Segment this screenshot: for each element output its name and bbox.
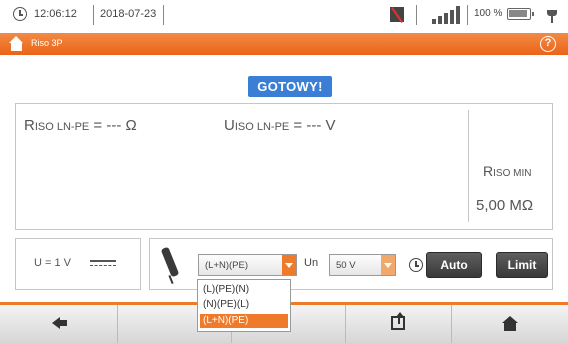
nav-home-button[interactable] <box>452 305 568 343</box>
riso-min-label: RISO MIN <box>483 163 531 179</box>
voltage-select[interactable]: 50 V <box>329 254 396 276</box>
timer-icon <box>409 258 423 272</box>
voltage-panel: U = 1 V <box>15 238 141 290</box>
riso-value: = --- Ω <box>89 117 137 134</box>
status-divider <box>163 5 164 25</box>
un-label: Un <box>304 257 319 269</box>
home-icon[interactable] <box>9 36 24 51</box>
riso-reading: RISO LN-PE = --- Ω <box>24 117 137 134</box>
dropdown-option-selected[interactable]: (L+N)(PE) <box>200 314 288 328</box>
leads-select[interactable]: (L+N)(PE) <box>198 254 297 276</box>
panel-divider <box>468 110 469 222</box>
leads-select-value: (L+N)(PE) <box>205 260 249 271</box>
clock-icon <box>13 7 27 21</box>
export-icon <box>391 312 405 330</box>
status-bar: 12:06:12 2018-07-23 100 % <box>0 0 568 30</box>
title-bar: Riso 3P ? <box>0 33 568 55</box>
uiso-label: U <box>224 117 235 134</box>
status-divider <box>467 5 468 25</box>
status-divider <box>416 5 417 25</box>
warning-icon <box>390 7 404 22</box>
status-divider <box>93 5 94 25</box>
limit-button[interactable]: Limit <box>496 252 548 278</box>
result-panel: RISO LN-PE = --- Ω UISO LN-PE = --- V RI… <box>15 103 553 230</box>
riso-label: R <box>24 117 35 134</box>
status-date: 2018-07-23 <box>100 8 157 20</box>
uiso-value: = --- V <box>289 117 336 134</box>
signal-icon <box>432 6 462 24</box>
status-badge: GOTOWY! <box>248 76 332 97</box>
battery-level: 100 % <box>474 8 503 19</box>
uiso-reading: UISO LN-PE = --- V <box>224 117 336 134</box>
uiso-label-sub: ISO LN-PE <box>234 121 290 133</box>
leads-dropdown-list: (L)(PE)(N) (N)(PE)(L) (L+N)(PE) <box>197 279 291 332</box>
page-title: Riso 3P <box>31 38 63 48</box>
dropdown-option[interactable]: (N)(PE)(L) <box>200 298 288 312</box>
dc-icon <box>90 260 116 268</box>
help-icon[interactable]: ? <box>540 36 556 52</box>
nav-export-button[interactable] <box>346 305 452 343</box>
riso-min-letter: R <box>483 163 494 179</box>
plug-icon <box>547 6 557 23</box>
voltage-select-value: 50 V <box>336 260 356 271</box>
dropdown-option[interactable]: (L)(PE)(N) <box>200 283 288 297</box>
status-time: 12:06:12 <box>34 8 77 20</box>
auto-button[interactable]: Auto <box>426 252 482 278</box>
riso-label-sub: ISO LN-PE <box>34 121 90 133</box>
probe-icon <box>159 245 181 285</box>
riso-min-value[interactable]: 5,00 MΩ <box>476 197 533 214</box>
voltage-label: U = 1 V <box>34 257 71 269</box>
chevron-down-icon[interactable] <box>282 255 296 275</box>
chevron-down-icon[interactable] <box>381 255 395 275</box>
riso-min-sub: ISO MIN <box>493 168 532 179</box>
battery-icon <box>507 8 534 20</box>
home-icon <box>502 316 518 331</box>
nav-back-button[interactable] <box>0 305 118 343</box>
back-arrow-icon <box>52 317 68 329</box>
